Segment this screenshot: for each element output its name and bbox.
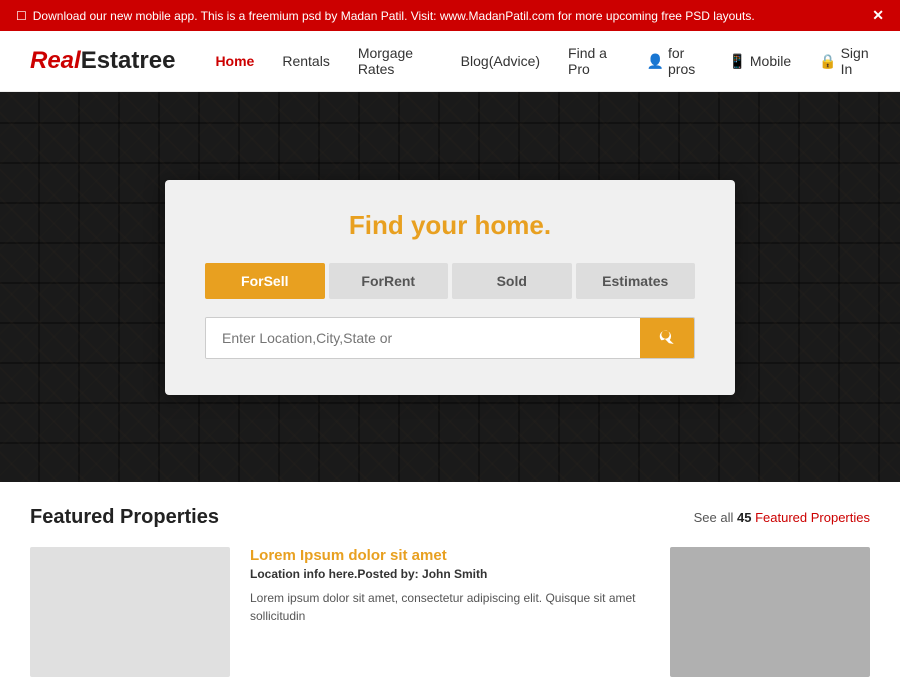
featured-see-all: See all 45 Featured Properties — [694, 510, 870, 525]
logo: RealEstatree — [30, 47, 175, 75]
nav-find-pro[interactable]: Find a Pro — [568, 45, 619, 77]
main-nav: Home Rentals Morgage Rates Blog(Advice) … — [215, 45, 870, 77]
nav-morgage[interactable]: Morgage Rates — [358, 45, 433, 77]
notif-close-button[interactable]: ✕ — [872, 7, 884, 24]
featured-cards: Lorem Ipsum dolor sit amet Location info… — [30, 547, 870, 677]
mobile-icon: 📱 — [728, 53, 745, 70]
property-content: Lorem Ipsum dolor sit amet Location info… — [250, 547, 650, 677]
property-image-placeholder-2 — [670, 547, 870, 677]
search-icon — [658, 329, 676, 347]
search-tabs: ForSell ForRent Sold Estimates — [205, 263, 695, 299]
nav-blog[interactable]: Blog(Advice) — [461, 53, 540, 69]
property-image-placeholder-1 — [30, 547, 230, 677]
hero-section: Find your home. ForSell ForRent Sold Est… — [0, 92, 900, 482]
search-input[interactable] — [206, 318, 640, 358]
tab-forrent[interactable]: ForRent — [329, 263, 449, 299]
notif-content: ☐ Download our new mobile app. This is a… — [16, 9, 755, 23]
nav-for-pros[interactable]: 👤 for pros — [647, 45, 701, 77]
notification-bar: ☐ Download our new mobile app. This is a… — [0, 0, 900, 31]
person-icon: 👤 — [647, 53, 664, 70]
see-all-link[interactable]: Featured Properties — [755, 510, 870, 525]
header: RealEstatree Home Rentals Morgage Rates … — [0, 31, 900, 92]
tab-estimates[interactable]: Estimates — [576, 263, 696, 299]
phone-icon: ☐ — [16, 9, 27, 23]
search-title: Find your home. — [205, 210, 695, 241]
nav-signin[interactable]: 🔒 Sign In — [819, 45, 870, 77]
nav-mobile[interactable]: 📱 Mobile — [728, 53, 791, 70]
property-title: Lorem Ipsum dolor sit amet — [250, 547, 650, 564]
search-button[interactable] — [640, 318, 694, 358]
nav-rentals[interactable]: Rentals — [282, 53, 329, 69]
see-all-prefix: See all — [694, 510, 734, 525]
lock-icon: 🔒 — [819, 53, 836, 70]
featured-title: Featured Properties — [30, 506, 219, 529]
logo-real: Real — [30, 47, 81, 74]
tab-sold[interactable]: Sold — [452, 263, 572, 299]
search-input-row — [205, 317, 695, 359]
notif-text: Download our new mobile app. This is a f… — [33, 9, 755, 23]
property-description: Lorem ipsum dolor sit amet, consectetur … — [250, 589, 650, 625]
property-meta: Location info here.Posted by: John Smith — [250, 567, 650, 581]
nav-home[interactable]: Home — [215, 53, 254, 69]
featured-section: Featured Properties See all 45 Featured … — [0, 482, 900, 687]
logo-estatree: Estatree — [81, 47, 176, 74]
search-card: Find your home. ForSell ForRent Sold Est… — [165, 180, 735, 395]
tab-forsell[interactable]: ForSell — [205, 263, 325, 299]
featured-header: Featured Properties See all 45 Featured … — [30, 506, 870, 529]
featured-count: 45 — [737, 510, 751, 525]
